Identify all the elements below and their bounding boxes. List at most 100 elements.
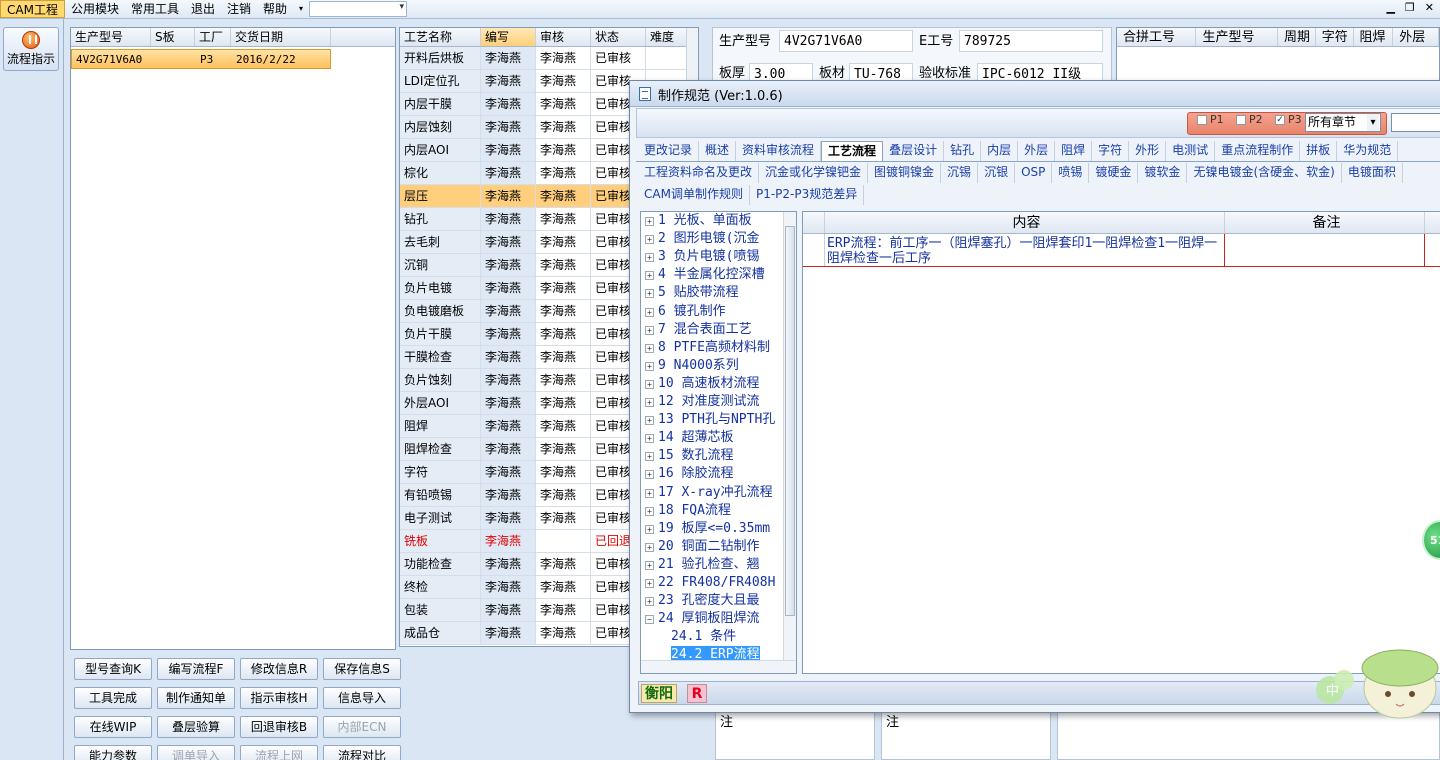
menu-public-module[interactable]: 公用模块 (65, 0, 125, 18)
expand-icon[interactable]: + (645, 542, 654, 552)
tab-cam-1[interactable]: P1-P2-P3规范差异 (750, 185, 865, 205)
tree-node[interactable]: +3 负片电镀(喷锡 (641, 248, 759, 266)
expand-icon[interactable]: + (645, 470, 654, 480)
expand-icon[interactable]: + (645, 452, 654, 462)
expand-icon[interactable]: + (645, 398, 654, 407)
expand-icon[interactable]: + (645, 271, 654, 281)
tab-surface-1[interactable]: 沉金或化学镍钯金 (759, 163, 869, 183)
tree-scrollbar[interactable] (783, 212, 796, 664)
info-import-button[interactable]: 信息导入 (323, 687, 401, 709)
expand-icon[interactable]: + (645, 343, 654, 353)
collapse-icon[interactable]: − (645, 615, 654, 625)
expand-icon[interactable]: + (645, 379, 654, 389)
tab-surface-0[interactable]: 工程资料命名及更改 (638, 163, 760, 183)
col-legend[interactable]: 字符 (1316, 28, 1354, 46)
chapter-select[interactable]: 所有章节 (1305, 113, 1381, 132)
e-number-field[interactable]: 789725 (959, 30, 1103, 52)
col-model[interactable]: 生产型号 (71, 28, 151, 46)
tree-node[interactable]: +14 超薄芯板 (641, 429, 733, 447)
tree-node[interactable]: +6 镀孔制作 (641, 303, 726, 321)
dialog-titlebar[interactable]: 制作规范 (Ver:1.0.6) (630, 81, 1440, 107)
tab-main-2[interactable]: 资料审核流程 (736, 141, 822, 161)
process-row[interactable]: 开料后烘板 李海燕 李海燕 已审核 (400, 47, 698, 70)
tree-node[interactable]: +2 图形电镀(沉金 (641, 230, 759, 248)
tree-hscrollbar[interactable] (641, 660, 796, 673)
expand-icon[interactable]: + (645, 560, 654, 570)
internal-ecn-button[interactable]: 内部ECN (323, 716, 401, 738)
col-content[interactable]: 内容 (825, 212, 1225, 233)
tab-main-4[interactable]: 叠层设计 (883, 141, 945, 161)
write-flow-button[interactable]: 编写流程F (157, 658, 235, 680)
tab-surface-4[interactable]: 沉银 (978, 163, 1016, 183)
tree-node[interactable]: +15 数孔流程 (641, 447, 733, 465)
notice-button[interactable]: 制作通知单 (157, 687, 235, 709)
flow-online-button[interactable]: 流程上网 (240, 745, 318, 760)
tree-child-node[interactable]: 24.1 条件 (671, 628, 736, 646)
expand-icon[interactable]: + (645, 289, 654, 299)
online-wip-button[interactable]: 在线WIP (74, 716, 152, 738)
guide-review-button[interactable]: 指示审核H (240, 687, 318, 709)
expand-icon[interactable]: + (645, 307, 654, 317)
menu-combo[interactable] (309, 1, 408, 17)
col-outer[interactable]: 外层 (1393, 28, 1439, 46)
close-icon[interactable]: ✕ (1425, 1, 1434, 14)
content-row[interactable]: ERP流程：前工序一（阻焊塞孔）一阻焊套印1一阻焊检查1一阻焊一阻焊检查一后工序 (803, 234, 1440, 267)
tree-node[interactable]: −24 厚铜板阻焊流 (641, 610, 759, 628)
expand-icon[interactable]: + (645, 361, 654, 371)
minimize-icon[interactable]: ▁ (1386, 1, 1394, 14)
col-solder-mask[interactable]: 阻焊 (1354, 28, 1394, 46)
model-query-button[interactable]: 型号查询K (74, 658, 152, 680)
col-status[interactable]: 状态 (591, 28, 646, 46)
col-factory[interactable]: 工厂 (195, 28, 231, 46)
expand-icon[interactable]: + (645, 235, 654, 245)
col-s-board[interactable]: S板 (151, 28, 195, 46)
save-info-button[interactable]: 保存信息S (323, 658, 401, 680)
menu-overflow-icon[interactable]: ▾ (293, 0, 305, 18)
expand-icon[interactable]: + (645, 217, 654, 226)
tab-main-8[interactable]: 阻焊 (1055, 141, 1093, 161)
flow-guide-button[interactable]: 流程指示 (3, 27, 59, 71)
menu-exit[interactable]: 退出 (185, 0, 221, 18)
tree-node[interactable]: +5 贴胶带流程 (641, 284, 739, 302)
expand-icon[interactable]: + (645, 416, 654, 426)
col-writer[interactable]: 编写 (481, 28, 536, 46)
expand-icon[interactable]: + (645, 325, 654, 335)
tree-node[interactable]: +18 FQA流程 (641, 502, 731, 520)
tree-node[interactable]: +10 高速板材流程 (641, 375, 759, 393)
expand-icon[interactable]: + (645, 253, 654, 263)
tree-node[interactable]: +21 验孔检查、翘 (641, 556, 759, 574)
tab-main-5[interactable]: 钻孔 (944, 141, 982, 161)
tree-node[interactable]: +19 板厚<=0.35mm (641, 520, 770, 538)
tab-main-3[interactable]: 工艺流程 (821, 141, 884, 161)
menu-common-tools[interactable]: 常用工具 (125, 0, 185, 18)
tree-node[interactable]: +23 孔密度大且最 (641, 592, 759, 610)
tab-surface-7[interactable]: 镀硬金 (1089, 163, 1139, 183)
scroll-thumb[interactable] (785, 226, 795, 616)
tab-surface-2[interactable]: 图镀铜镍金 (868, 163, 942, 183)
capability-button[interactable]: 能力参数 (74, 745, 152, 760)
expand-icon[interactable]: + (645, 524, 654, 534)
col-note[interactable]: 备注 (1225, 212, 1425, 233)
expand-icon[interactable]: + (645, 579, 654, 588)
col-date[interactable]: 交货日期 (231, 28, 331, 46)
tab-main-7[interactable]: 外层 (1018, 141, 1056, 161)
tab-surface-8[interactable]: 镀软金 (1138, 163, 1188, 183)
tab-surface-5[interactable]: OSP (1015, 163, 1053, 183)
expand-icon[interactable]: + (645, 597, 654, 607)
p1-checkbox[interactable]: P1 (1197, 113, 1224, 126)
menu-cam[interactable]: CAM工程 (0, 0, 65, 18)
tree-node[interactable]: +1 光板、单面板 (641, 212, 752, 230)
tab-main-9[interactable]: 字符 (1092, 141, 1130, 161)
tab-main-1[interactable]: 概述 (699, 141, 737, 161)
col-cycle[interactable]: 周期 (1278, 28, 1316, 46)
col-process-name[interactable]: 工艺名称 (400, 28, 481, 46)
tab-main-11[interactable]: 电测试 (1166, 141, 1216, 161)
expand-icon[interactable]: + (645, 506, 654, 516)
restore-icon[interactable]: ❐ (1405, 1, 1415, 14)
expand-icon[interactable]: + (645, 434, 654, 444)
tab-main-14[interactable]: 华为规范 (1337, 141, 1399, 161)
rollback-review-button[interactable]: 回退审核B (240, 716, 318, 738)
tree-node[interactable]: +20 铜面二钻制作 (641, 538, 759, 556)
tab-surface-6[interactable]: 喷锡 (1052, 163, 1090, 183)
flow-compare-button[interactable]: 流程对比 (323, 745, 401, 760)
